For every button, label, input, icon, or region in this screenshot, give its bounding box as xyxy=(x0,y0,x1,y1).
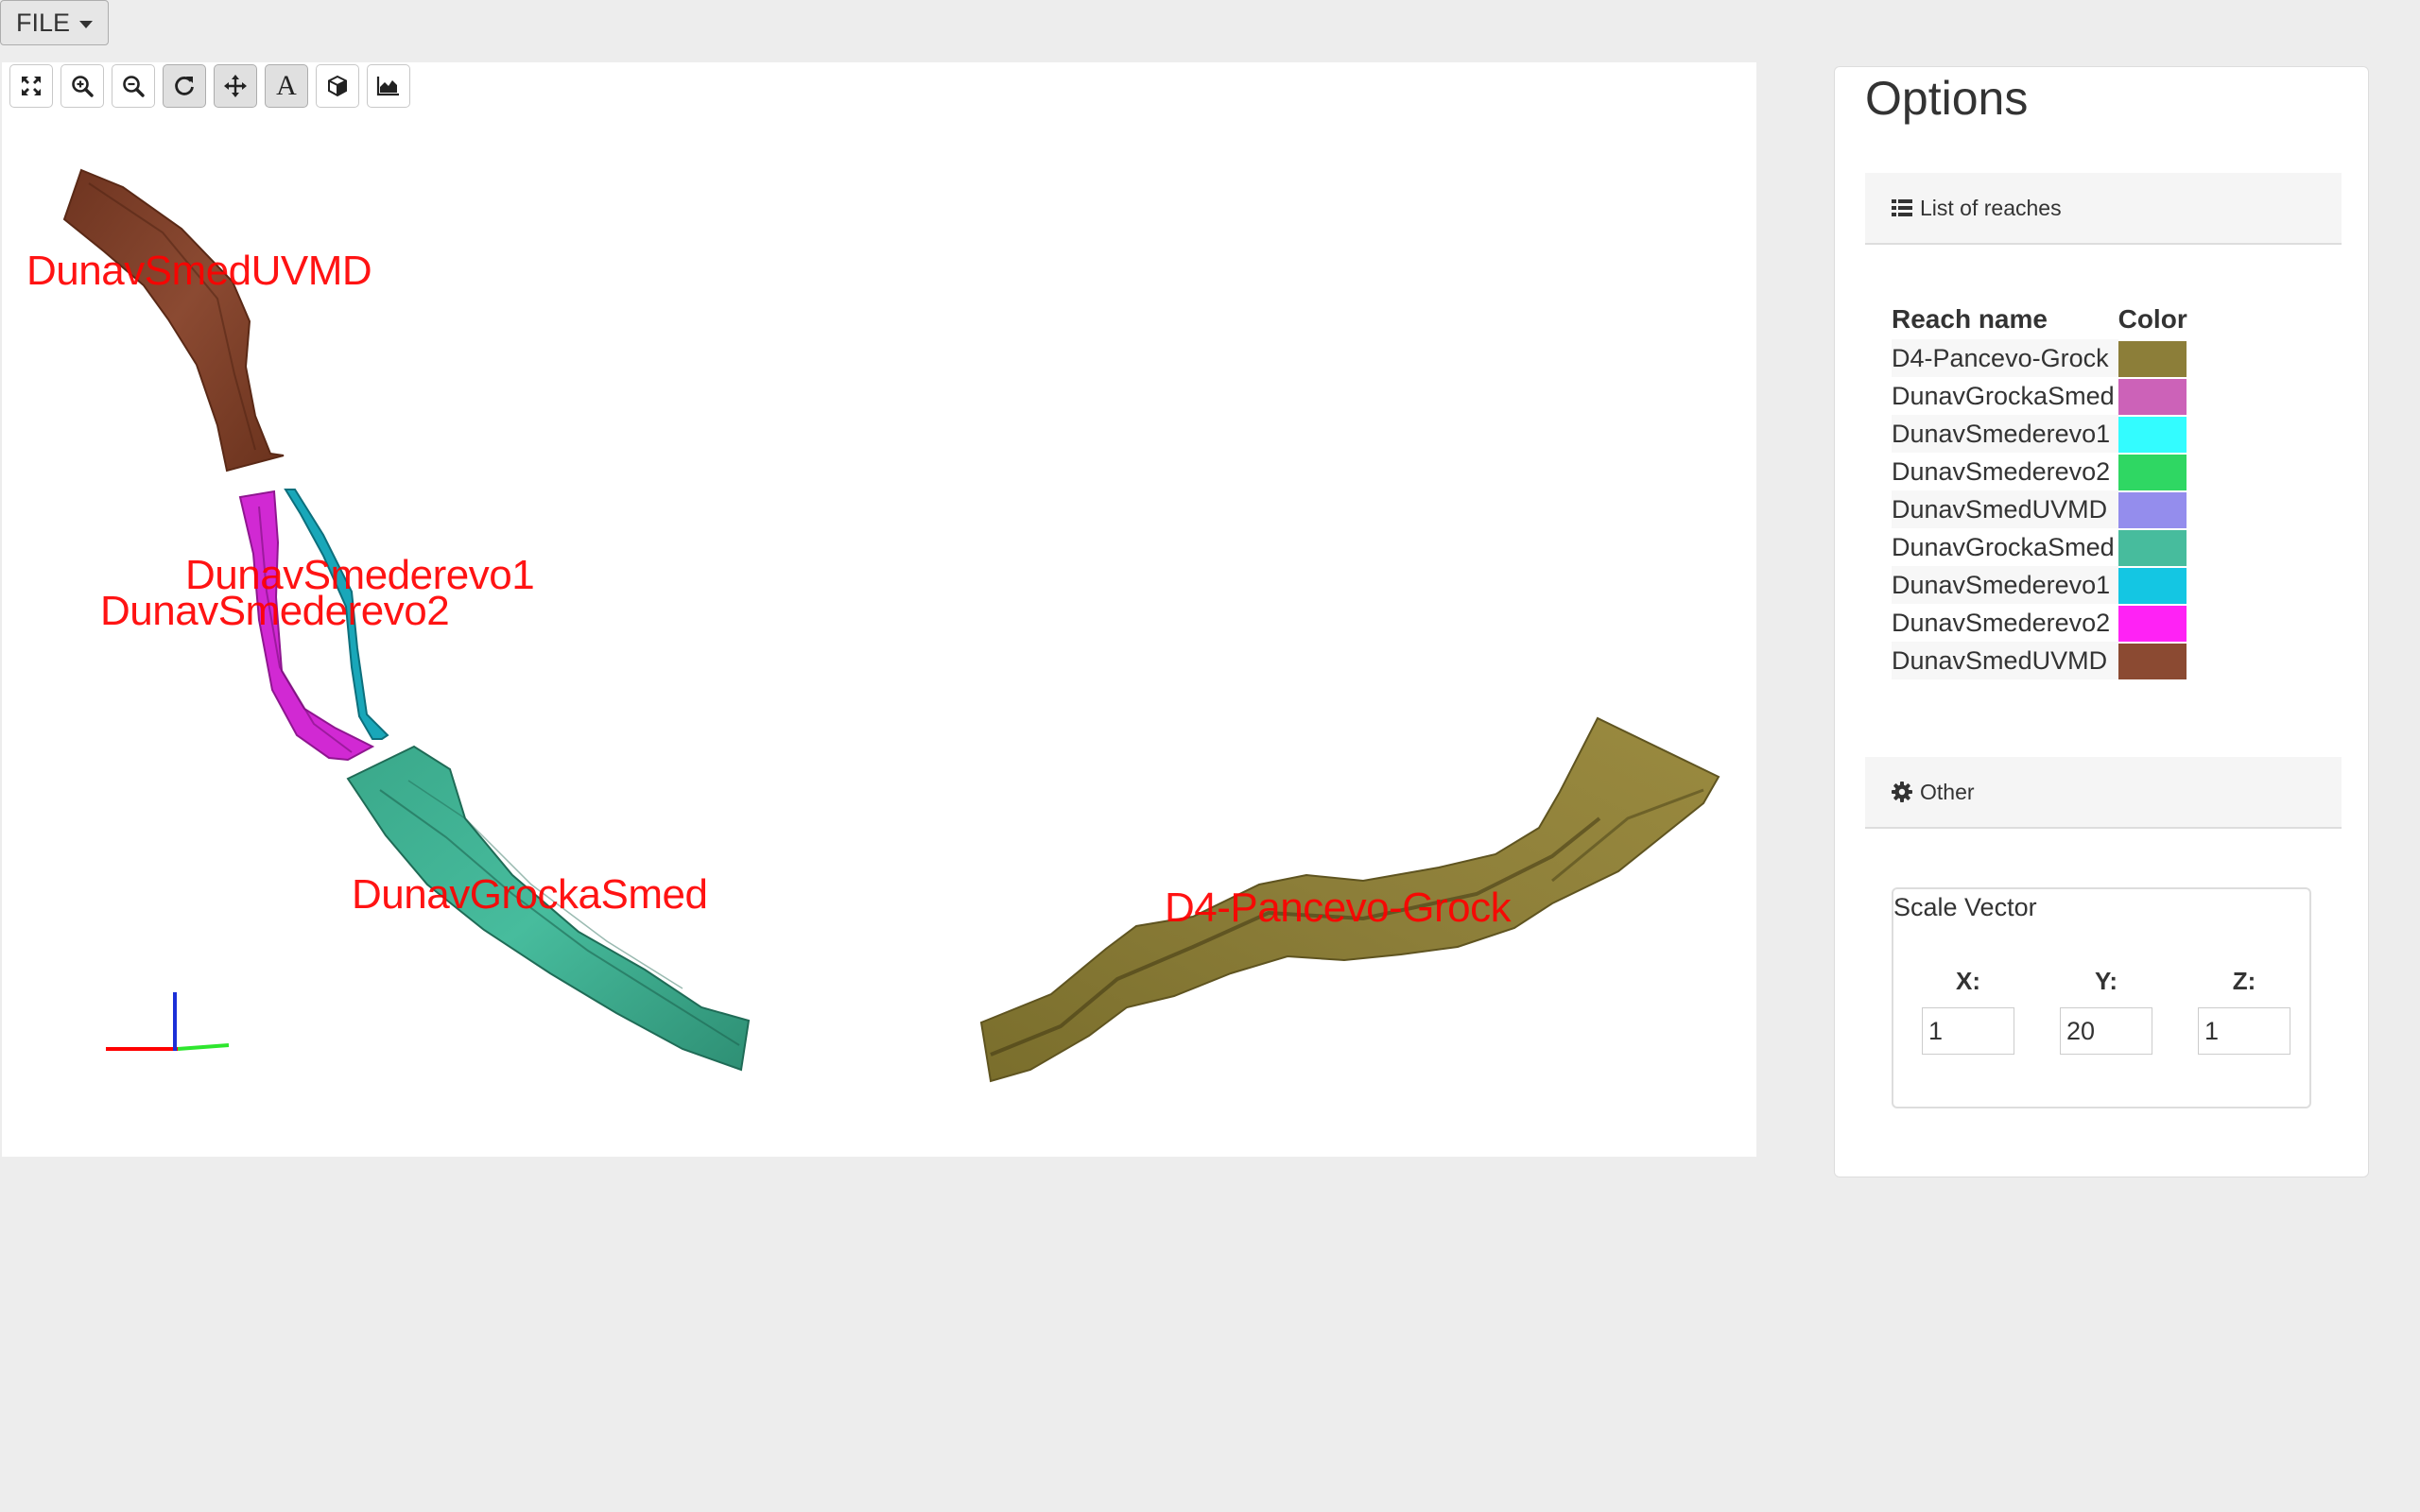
scale-z-label: Z: xyxy=(2232,967,2256,995)
axes-indicator xyxy=(106,992,230,1051)
reaches-table-body: D4-Pancevo-Grock DunavGrockaSmed DunavSm… xyxy=(1892,339,2193,679)
cube-view-button[interactable] xyxy=(316,64,359,108)
gear-icon xyxy=(1892,782,1912,802)
rotate-button[interactable] xyxy=(163,64,206,108)
reach-name: DunavSmederevo1 xyxy=(1892,415,2118,453)
file-menu-label: FILE xyxy=(15,8,71,37)
reach-name: DunavGrockaSmed xyxy=(1892,381,2115,410)
color-swatch[interactable] xyxy=(2118,491,2187,528)
list-of-reaches-header[interactable]: List of reaches xyxy=(1865,173,2342,245)
reach-name: DunavSmedUVMD xyxy=(1892,490,2118,528)
pan-icon xyxy=(224,75,247,97)
scene-label-dunavsmederevo2: DunavSmederevo2 xyxy=(100,588,450,634)
reach-name: DunavSmederevo2 xyxy=(1892,608,2111,637)
options-panel: Options List of reaches Reach name Color… xyxy=(1834,66,2369,1177)
scale-x-label: X: xyxy=(1956,967,1980,995)
scene-label-dunavgrockasmed: DunavGrockaSmed xyxy=(352,871,708,918)
zoom-in-button[interactable] xyxy=(60,64,104,108)
scale-x-group: X: xyxy=(1922,967,2014,1055)
color-swatch[interactable] xyxy=(2118,567,2187,604)
reaches-table: Reach name Color D4-Pancevo-Grock DunavG… xyxy=(1892,303,2193,679)
table-row[interactable]: DunavSmedUVMD xyxy=(1892,642,2193,679)
list-of-reaches-label: List of reaches xyxy=(1920,195,2062,220)
area-chart-icon xyxy=(376,77,399,96)
table-row[interactable]: DunavSmederevo1 xyxy=(1892,566,2193,604)
cube-icon xyxy=(328,75,347,97)
zoom-out-button[interactable] xyxy=(112,64,155,108)
table-row[interactable]: DunavGrockaSmed xyxy=(1892,377,2193,415)
viewer-toolbar: A xyxy=(9,64,410,108)
scale-z-group: Z: xyxy=(2198,967,2290,1055)
color-swatch[interactable] xyxy=(2118,340,2187,377)
scale-vector-group: Scale Vector X: Y: Z: xyxy=(1892,887,2311,1108)
scene-label-dunavsmeduvmd: DunavSmedUVMD xyxy=(26,248,372,294)
table-row[interactable]: DunavSmedUVMD xyxy=(1892,490,2193,528)
fullscreen-button[interactable] xyxy=(9,64,53,108)
reach-name: DunavGrockaSmed xyxy=(1892,532,2115,561)
reach-name: DunavSmederevo2 xyxy=(1892,456,2111,486)
scale-y-label: Y: xyxy=(2094,967,2118,995)
color-column-header: Color xyxy=(2118,304,2187,334)
options-title: Options xyxy=(1865,72,2029,125)
fullscreen-icon xyxy=(22,77,41,95)
table-row[interactable]: D4-Pancevo-Grock xyxy=(1892,339,2193,377)
table-row[interactable]: DunavSmederevo2 xyxy=(1892,453,2193,490)
text-labels-icon: A xyxy=(276,70,297,101)
table-row[interactable]: DunavSmederevo1 xyxy=(1892,415,2193,453)
reach-name: DunavSmedUVMD xyxy=(1892,642,2118,679)
scale-y-input[interactable] xyxy=(2060,1007,2152,1055)
scale-x-input[interactable] xyxy=(1922,1007,2014,1055)
table-row[interactable]: DunavSmederevo2 xyxy=(1892,604,2193,642)
table-row[interactable]: DunavGrockaSmed xyxy=(1892,528,2193,566)
scale-z-input[interactable] xyxy=(2198,1007,2290,1055)
other-label: Other xyxy=(1920,779,1975,804)
3d-viewer-canvas[interactable]: DunavSmedUVMD DunavSmederevo1 DunavSmede… xyxy=(2,62,1756,1157)
rotate-icon xyxy=(175,77,194,95)
area-chart-button[interactable] xyxy=(367,64,410,108)
caret-down-icon xyxy=(79,20,94,28)
text-labels-button[interactable]: A xyxy=(265,64,308,108)
zoom-out-icon xyxy=(123,76,145,97)
other-header[interactable]: Other xyxy=(1865,757,2342,829)
reach-name-column-header: Reach name xyxy=(1892,304,2048,334)
file-menu-button[interactable]: FILE xyxy=(0,0,109,45)
reach-name: DunavSmederevo1 xyxy=(1892,566,2118,604)
color-swatch[interactable] xyxy=(2118,416,2187,453)
reach-dunavsmeduvmd-mesh xyxy=(62,168,285,472)
pan-button[interactable] xyxy=(214,64,257,108)
color-swatch[interactable] xyxy=(2118,529,2187,566)
list-icon xyxy=(1892,199,1912,216)
color-swatch[interactable] xyxy=(2118,643,2187,679)
scale-y-group: Y: xyxy=(2060,967,2152,1055)
reach-name: D4-Pancevo-Grock xyxy=(1892,339,2118,377)
scene-label-d4-pancevo-grock: D4-Pancevo-Grock xyxy=(1165,885,1512,931)
color-swatch[interactable] xyxy=(2118,454,2187,490)
color-swatch[interactable] xyxy=(2118,605,2187,642)
color-swatch[interactable] xyxy=(2118,378,2187,415)
zoom-in-icon xyxy=(72,76,94,97)
scale-vector-legend: Scale Vector xyxy=(1893,893,2037,921)
